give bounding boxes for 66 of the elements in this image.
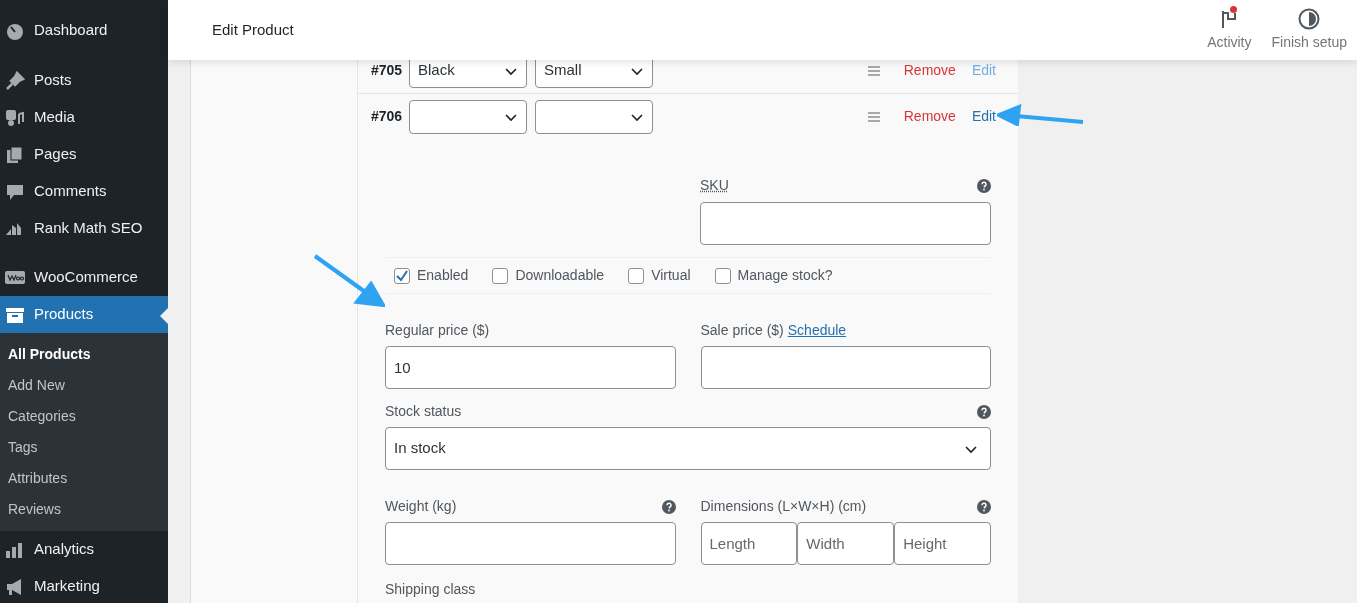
attribute-select[interactable] [535, 99, 653, 134]
attribute-select[interactable]: Small [535, 60, 653, 88]
select-value: Small [544, 60, 582, 81]
field-label: SKU [700, 176, 729, 195]
sidebar-item[interactable]: Analytics [0, 531, 168, 568]
checkbox[interactable] [628, 267, 645, 284]
regular-price-field[interactable]: 10 [385, 346, 676, 389]
help-icon [977, 404, 991, 419]
sidebar-item[interactable]: Pages [0, 136, 168, 173]
checkbox-label: Downloadable [515, 266, 605, 285]
submenu-item[interactable]: Attributes [0, 463, 168, 494]
field-label: Sale price ($) [700, 321, 784, 340]
sidebar-item[interactable]: WooCommerce [0, 259, 168, 296]
pin-icon [5, 70, 25, 91]
submenu-item[interactable]: Add New [0, 370, 168, 401]
variation-id: #706 [371, 107, 401, 126]
dimension-field[interactable]: Height [894, 522, 991, 565]
attribute-select[interactable]: Black [409, 60, 527, 88]
page-title: Edit Product [212, 19, 295, 40]
schedule-link[interactable]: Schedule [787, 320, 847, 341]
half-circle-icon [1298, 7, 1321, 30]
field-label: Shipping class [385, 580, 477, 599]
dimension-field[interactable]: Length [700, 522, 798, 565]
header-action[interactable]: Finish setup [1261, 0, 1357, 60]
active-pointer [160, 308, 168, 324]
remove-link[interactable]: Remove [903, 60, 956, 81]
field-label: Stock status [385, 402, 462, 421]
sku-field[interactable] [700, 202, 991, 245]
media-icon [5, 107, 25, 128]
sidebar-item[interactable]: Posts [0, 62, 168, 99]
sidebar-item[interactable]: Rank Math SEO [0, 210, 168, 247]
header-action[interactable]: Activity [1197, 0, 1262, 60]
remove-link[interactable]: Remove [903, 106, 956, 127]
drag-handle-icon[interactable] [867, 111, 880, 122]
edit-link[interactable]: Edit [971, 106, 996, 127]
weight-field[interactable] [385, 522, 676, 565]
field-label: Weight (kg) [385, 497, 457, 516]
drag-handle-icon[interactable] [867, 65, 880, 76]
sidebar-item[interactable]: Media [0, 99, 168, 136]
submenu-item[interactable]: All Products [0, 339, 168, 370]
sidebar-item[interactable]: Comments [0, 173, 168, 210]
attribute-select[interactable] [409, 99, 527, 134]
checkbox[interactable] [394, 267, 410, 284]
field-label: Dimensions (L×W×H) (cm) [700, 497, 867, 516]
checkbox[interactable] [492, 267, 509, 284]
variation-id: #705 [371, 61, 401, 80]
checkbox-label: Manage stock? [737, 266, 833, 285]
pages-icon [5, 144, 25, 165]
sidebar-item[interactable]: Products [0, 296, 168, 333]
stock-status-select[interactable]: In stock [385, 427, 991, 470]
sidebar-item[interactable]: Dashboard [0, 12, 168, 49]
help-icon [977, 499, 991, 514]
select-value: Black [418, 60, 455, 81]
checkbox-label: Enabled [417, 266, 469, 285]
submenu-item[interactable]: Categories [0, 401, 168, 432]
submenu-item[interactable]: Tags [0, 432, 168, 463]
help-icon [661, 499, 676, 514]
field-label: Regular price ($) [385, 321, 491, 340]
checkbox-label: Virtual [651, 266, 691, 285]
dimension-field[interactable]: Width [797, 522, 895, 565]
checkbox[interactable] [714, 267, 731, 284]
submenu-item[interactable]: Reviews [0, 494, 168, 525]
arrow-drawing [313, 254, 385, 307]
sidebar-item[interactable]: Marketing [0, 568, 168, 603]
help-icon [977, 178, 991, 193]
sale-price-field[interactable] [700, 346, 991, 389]
